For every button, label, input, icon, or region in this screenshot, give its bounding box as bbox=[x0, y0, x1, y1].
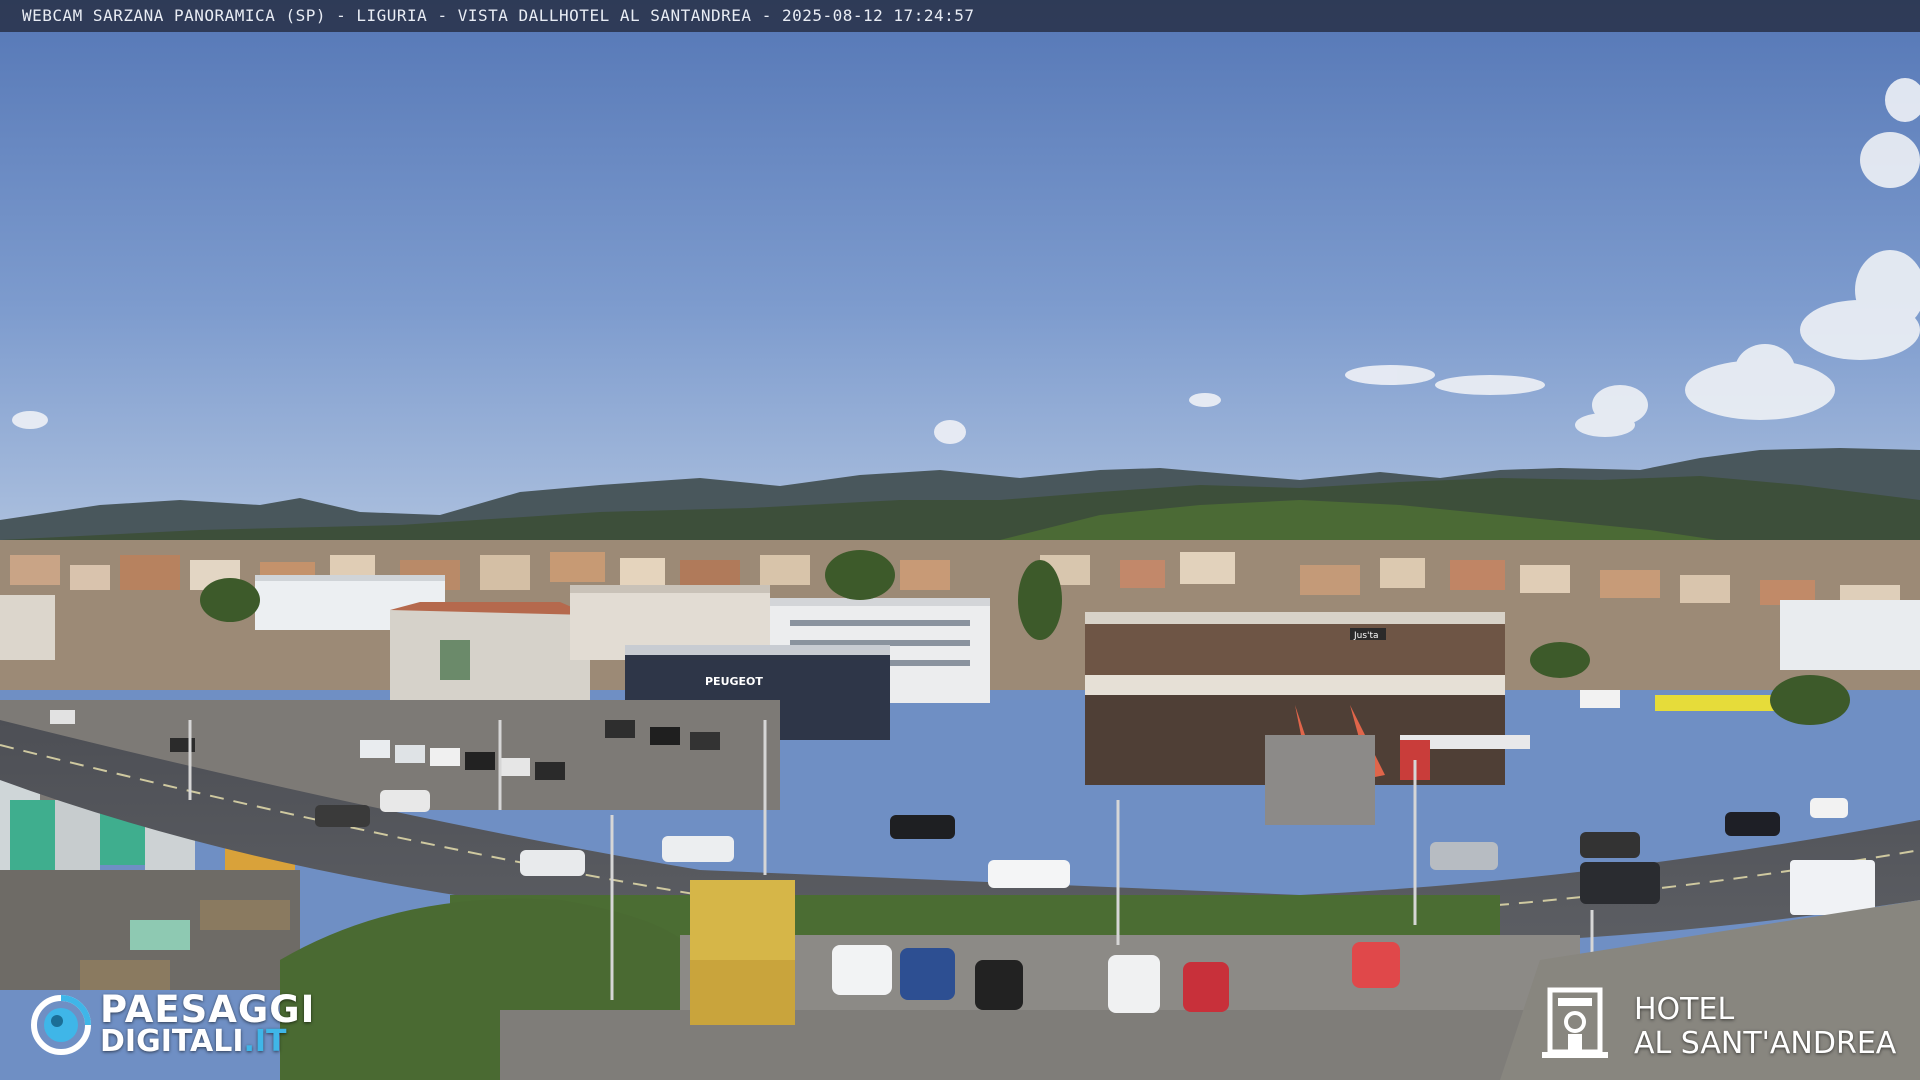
hotel-logo: HOTEL AL SANT'ANDREA bbox=[1540, 978, 1910, 1068]
webcam-frame: PEUGEOT Jus'ta WEBCAM SARZANA PANORAMICA… bbox=[0, 0, 1920, 1080]
hotel-logo-line1: HOTEL bbox=[1634, 992, 1735, 1027]
title-bar: WEBCAM SARZANA PANORAMICA (SP) - LIGURIA… bbox=[0, 0, 1920, 32]
hotel-logo-line2: AL SANT'ANDREA bbox=[1634, 1026, 1897, 1061]
hotel-emblem-icon bbox=[1542, 987, 1608, 1058]
paesaggi-digitali-logo: PAESAGGI DIGITALI.IT bbox=[30, 988, 340, 1060]
logo-text-digitali: DIGITALI.IT bbox=[100, 1024, 287, 1059]
logo-text-it: .IT bbox=[243, 1024, 287, 1059]
shop-sign: Jus'ta bbox=[1353, 631, 1379, 641]
yellow-truck-far bbox=[1655, 695, 1775, 711]
panorama-photo: PEUGEOT Jus'ta bbox=[0, 0, 1920, 1080]
camera-eye-icon bbox=[31, 995, 91, 1055]
webcam-title: WEBCAM SARZANA PANORAMICA (SP) - LIGURIA… bbox=[22, 6, 975, 25]
white-building-right bbox=[1780, 600, 1920, 670]
dealer-sign: PEUGEOT bbox=[705, 675, 763, 688]
beige-building-left bbox=[0, 595, 55, 660]
logo-text-digitali-main: DIGITALI bbox=[100, 1024, 244, 1059]
sky bbox=[0, 0, 1920, 520]
